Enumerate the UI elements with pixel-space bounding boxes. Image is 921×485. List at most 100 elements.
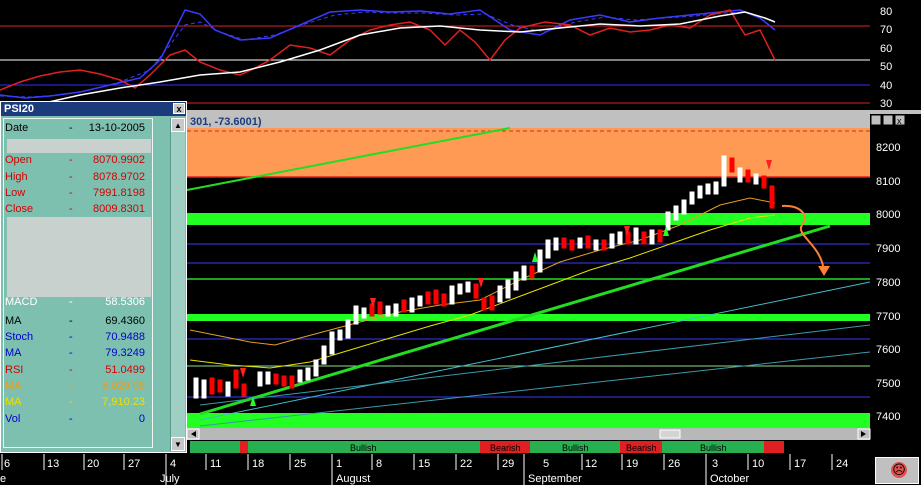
data-row: MA - 69.4360 [3,313,147,329]
data-row: Open - 8070.9902 [3,152,147,168]
data-row: MA - 79.3249 [3,345,147,361]
data-row: High - 8078.9702 [3,169,147,185]
date-tick: 20 [87,458,99,470]
price-tick: 7700 [876,311,900,323]
trend-label: Bullish [700,443,727,453]
scroll-down-button[interactable]: ▼ [171,437,185,451]
data-row: MA - 8,029.08 [3,378,147,394]
data-row-dash: - [69,347,73,359]
date-tick: 29 [502,458,514,470]
data-row-dash: - [69,364,73,376]
data-row-label: Close [5,203,34,215]
price-tick: 7500 [876,378,900,390]
support-band-8000 [187,213,870,225]
data-window-close-button[interactable]: x [173,103,185,114]
data-row-value: 70.9488 [105,331,145,343]
data-window-title-text: PSI20 [4,103,34,115]
data-row-dash: - [69,154,73,166]
data-row-value: 51.0499 [105,364,145,376]
osc-tick: 70 [880,24,892,36]
data-row-dash: - [69,203,73,215]
date-tick: 18 [252,458,264,470]
data-row-dash: - [69,331,73,343]
data-row: MACD - 58.5306 [3,294,147,310]
arrow-up-icon: ▲ [174,121,182,130]
price-tick: 7400 [876,411,900,423]
data-row-value: 7991.8198 [93,187,145,199]
data-row-value: 8078.9702 [93,171,145,183]
oscillator-panel[interactable] [0,0,870,110]
date-tick: 6 [4,458,10,470]
month-label: July [160,473,180,485]
trend-label: Bullish [562,443,589,453]
data-row-label: Open [5,154,32,166]
date-tick: 15 [418,458,430,470]
date-tick: 27 [128,458,140,470]
data-row-label: MA [5,347,22,359]
date-tick: 17 [794,458,806,470]
data-row-label: MA [5,315,22,327]
data-row: Date - 13-10-2005 [3,120,147,136]
osc-tick: 30 [880,98,892,110]
date-tick: 25 [294,458,306,470]
oscillator-axis [870,0,921,110]
data-row-dash: - [69,380,73,392]
trend-label: Bullish [350,443,377,453]
x-icon: x [897,116,902,126]
month-label: August [336,473,370,485]
price-header-bar [187,114,870,128]
data-row-label: MA [5,380,22,392]
data-row: MA - 7,910.23 [3,394,147,410]
trend-bar: Bullish Bearish Bullish Bearish Bullish [190,441,870,453]
price-tick: 7600 [876,344,900,356]
data-row-dash: - [69,315,73,327]
osc-tick: 50 [880,61,892,73]
data-window-scrollbar[interactable]: ▲ ▼ [170,118,185,451]
data-window[interactable]: PSI20 x Date - 13-10-2005 Open - 8070.9902 Hig… [0,101,187,453]
maximize-button[interactable] [882,114,894,126]
data-row-value: 69.4360 [105,315,145,327]
price-tick: 7900 [876,243,900,255]
month-label: September [528,473,582,485]
horizontal-scrollbar[interactable] [187,428,870,440]
date-tick: 5 [543,458,549,470]
data-row-label: RSI [5,364,24,376]
date-tick: 10 [752,458,764,470]
osc-tick: 40 [880,80,892,92]
data-row-value: 13-10-2005 [88,122,145,134]
data-row-label: Vol [5,413,21,425]
data-row-value: 0 [138,413,145,425]
date-tick: 22 [460,458,472,470]
scroll-thumb[interactable] [659,429,681,439]
data-row-dash: - [69,122,73,134]
data-window-title[interactable]: PSI20 x [1,102,186,116]
date-tick: 3 [712,458,718,470]
sad-face-icon: ☹ [891,462,907,478]
data-row-value: 58.5306 [105,296,145,308]
price-header-label: 301, -73.6001) [190,116,262,128]
date-tick: 4 [170,458,176,470]
price-tick: 8200 [876,142,900,154]
data-row-value: 8070.9902 [93,154,145,166]
data-row-label: MA [5,396,22,408]
panel-splitter[interactable] [187,110,921,114]
data-row-label: Low [5,187,26,199]
data-row: Close - 8009.8301 [3,201,147,217]
minimize-button[interactable] [870,114,882,126]
date-tick: 13 [47,458,59,470]
price-tick: 7800 [876,277,900,289]
data-row: Stoch - 70.9488 [3,329,147,345]
date-tick: 8 [376,458,382,470]
osc-tick: 80 [880,6,892,18]
x-icon: x [176,104,182,114]
status-indicator[interactable]: ☹ [875,457,919,484]
data-row-label: High [5,171,28,183]
date-tick: 19 [626,458,638,470]
data-row: Low - 7991.8198 [3,185,147,201]
scroll-up-button[interactable]: ▲ [171,118,185,132]
arrow-down-icon: ▼ [174,440,182,449]
date-tick: 24 [836,458,848,470]
month-label: e [0,473,6,485]
date-tick: 12 [585,458,597,470]
data-row-value: 8009.8301 [93,203,145,215]
